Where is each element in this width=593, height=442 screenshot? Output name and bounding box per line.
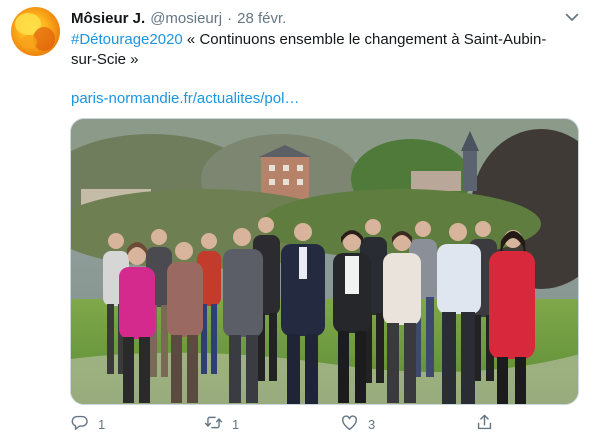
reply-icon (70, 413, 89, 435)
article-link[interactable]: paris-normandie.fr/actualites/pol… (71, 89, 299, 109)
tweet-header: Môsieur J. @mosieurj · 28 févr. (71, 9, 286, 29)
like-count: 3 (368, 416, 376, 432)
retweet-icon (204, 413, 223, 435)
reply-button[interactable]: 1 (70, 412, 105, 436)
heart-icon (340, 413, 359, 435)
tweet-actions: 1 1 3 (70, 412, 579, 436)
like-button[interactable]: 3 (340, 412, 375, 436)
tweet[interactable]: Môsieur J. @mosieurj · 28 févr. #Détoura… (0, 0, 593, 442)
hashtag-link[interactable]: #Détourage2020 (71, 31, 183, 48)
retweet-button[interactable]: 1 (204, 412, 239, 436)
chevron-down-icon[interactable] (563, 8, 581, 26)
avatar[interactable] (11, 7, 60, 56)
share-button[interactable] (475, 412, 494, 436)
share-icon (475, 413, 494, 435)
tweet-photo[interactable] (70, 118, 579, 405)
author-handle[interactable]: @mosieurj (150, 9, 222, 29)
retweet-count: 1 (232, 416, 240, 432)
tweet-date[interactable]: 28 févr. (237, 9, 286, 29)
group-photo-image (71, 119, 578, 404)
reply-count: 1 (98, 416, 106, 432)
author-name[interactable]: Môsieur J. (71, 9, 145, 29)
separator-dot: · (227, 10, 233, 27)
tweet-text: #Détourage2020 « Continuons ensemble le … (71, 30, 571, 70)
